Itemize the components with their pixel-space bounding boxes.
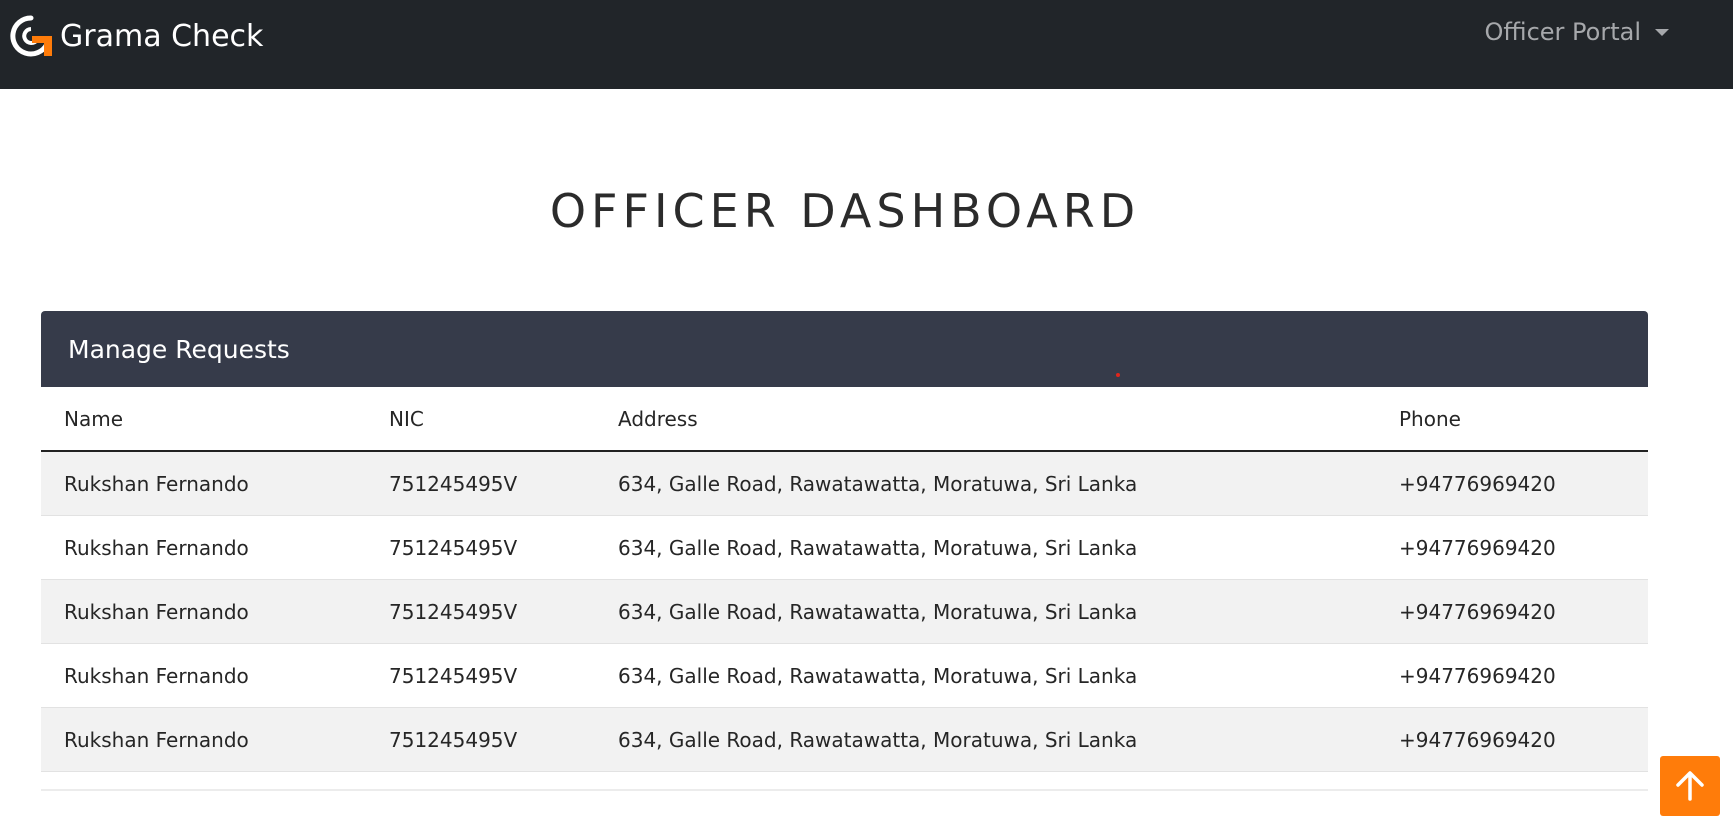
- column-header-nic: NIC: [366, 387, 595, 452]
- card-title: Manage Requests: [68, 335, 290, 364]
- table-header-row: Name NIC Address Phone: [41, 387, 1648, 452]
- grama-check-logo-icon: [10, 15, 52, 57]
- manage-requests-card: Manage Requests Name NIC Address Phone R…: [41, 311, 1648, 791]
- cell-nic: 751245495V: [389, 727, 518, 752]
- cell-phone: +94776969420: [1399, 471, 1556, 496]
- table-row[interactable]: Rukshan Fernando 751245495V 634, Galle R…: [41, 515, 1648, 580]
- cell-phone: +94776969420: [1399, 727, 1556, 752]
- officer-portal-label: Officer Portal: [1484, 18, 1641, 46]
- card-bottom-divider: [41, 789, 1648, 791]
- cell-address: 634, Galle Road, Rawatawatta, Moratuwa, …: [618, 599, 1138, 624]
- cell-address: 634, Galle Road, Rawatawatta, Moratuwa, …: [618, 471, 1138, 496]
- cell-name: Rukshan Fernando: [64, 535, 249, 560]
- cell-name: Rukshan Fernando: [64, 471, 249, 496]
- cell-nic: 751245495V: [389, 535, 518, 560]
- cell-address: 634, Galle Road, Rawatawatta, Moratuwa, …: [618, 663, 1138, 688]
- back-to-top-button[interactable]: [1660, 756, 1720, 816]
- cell-name: Rukshan Fernando: [64, 599, 249, 624]
- top-navbar: Grama Check Officer Portal: [0, 0, 1733, 89]
- brand-name: Grama Check: [60, 18, 264, 54]
- officer-portal-dropdown[interactable]: Officer Portal: [1484, 18, 1669, 46]
- column-header-name: Name: [41, 387, 366, 452]
- column-header-phone: Phone: [1376, 387, 1648, 452]
- table-header: Name NIC Address Phone: [41, 387, 1648, 452]
- cell-nic: 751245495V: [389, 471, 518, 496]
- page-title: OFFICER DASHBOARD: [549, 184, 1141, 238]
- table-row[interactable]: Rukshan Fernando 751245495V 634, Galle R…: [41, 451, 1648, 516]
- table-body: Rukshan Fernando 751245495V 634, Galle R…: [41, 451, 1648, 772]
- cell-phone: +94776969420: [1399, 535, 1556, 560]
- requests-table: Name NIC Address Phone Rukshan Fernando …: [41, 387, 1648, 772]
- table-row[interactable]: Rukshan Fernando 751245495V 634, Galle R…: [41, 643, 1648, 708]
- table-row[interactable]: Rukshan Fernando 751245495V 634, Galle R…: [41, 707, 1648, 772]
- cell-address: 634, Galle Road, Rawatawatta, Moratuwa, …: [618, 535, 1138, 560]
- brand-link[interactable]: Grama Check: [8, 14, 263, 58]
- cursor-dot: [1116, 373, 1120, 377]
- cell-phone: +94776969420: [1399, 599, 1556, 624]
- cell-phone: +94776969420: [1399, 663, 1556, 688]
- cell-nic: 751245495V: [389, 599, 518, 624]
- table-row[interactable]: Rukshan Fernando 751245495V 634, Galle R…: [41, 579, 1648, 644]
- arrow-up-icon: [1676, 771, 1704, 801]
- cell-name: Rukshan Fernando: [64, 727, 249, 752]
- caret-down-icon: [1655, 28, 1669, 36]
- cell-name: Rukshan Fernando: [64, 663, 249, 688]
- column-header-address: Address: [595, 387, 1376, 452]
- cell-nic: 751245495V: [389, 663, 518, 688]
- cell-address: 634, Galle Road, Rawatawatta, Moratuwa, …: [618, 727, 1138, 752]
- card-header: Manage Requests: [41, 311, 1648, 387]
